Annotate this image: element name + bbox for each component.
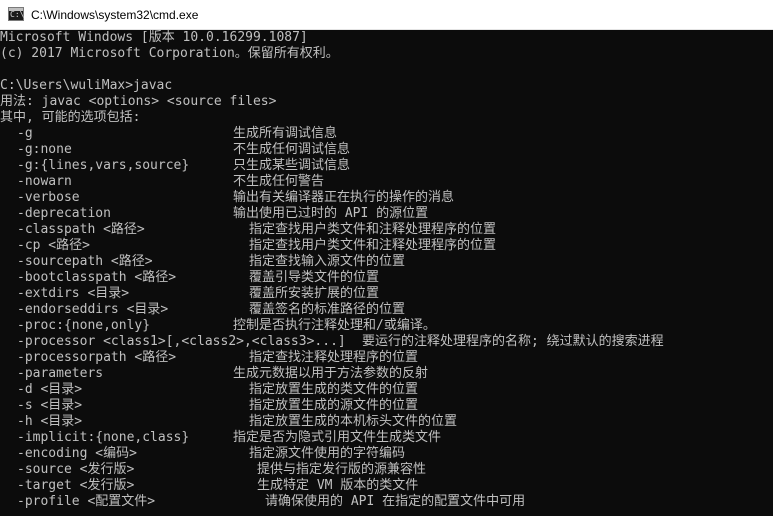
option-description: 指定是否为隐式引用文件生成类文件	[233, 430, 442, 445]
option-description: 指定源文件使用的字符编码	[249, 446, 406, 461]
option-row: -profile <配置文件> 请确保使用的 API 在指定的配置文件中可用	[0, 494, 525, 510]
option-flag: -nowarn	[17, 174, 72, 189]
option-row: -encoding <编码> 指定源文件使用的字符编码	[0, 446, 405, 462]
option-description: 请确保使用的 API 在指定的配置文件中可用	[265, 494, 526, 509]
option-flag: -g:none	[17, 142, 72, 157]
option-flag: -bootclasspath <路径>	[17, 270, 177, 285]
option-row: -source <发行版> 提供与指定发行版的源兼容性	[0, 462, 426, 478]
option-flag: -parameters	[17, 366, 104, 381]
title-bar[interactable]: C:\ C:\Windows\system32\cmd.exe	[0, 0, 773, 30]
option-description: 指定查找输入源文件的位置	[249, 254, 406, 269]
option-row: -verbose 输出有关编译器正在执行的操作的消息	[0, 190, 454, 206]
option-row: -g:none 不生成任何调试信息	[0, 142, 350, 158]
option-description: 只生成某些调试信息	[233, 158, 351, 173]
option-row: -proc:{none,only} 控制是否执行注释处理和/或编译。	[0, 318, 436, 334]
option-row: -sourcepath <路径> 指定查找输入源文件的位置	[0, 254, 405, 270]
option-description: 覆盖引导类文件的位置	[249, 270, 380, 285]
option-flag: -d <目录>	[17, 382, 83, 397]
option-flag: -processor <class1>[,<class2>,<class3>..…	[17, 334, 346, 349]
option-flag: -h <目录>	[17, 414, 83, 429]
option-row: -h <目录> 指定放置生成的本机标头文件的位置	[0, 414, 457, 430]
option-row: -deprecation 输出使用已过时的 API 的源位置	[0, 206, 428, 222]
option-row: -d <目录> 指定放置生成的类文件的位置	[0, 382, 418, 398]
option-flag: -g:{lines,vars,source}	[17, 158, 190, 173]
option-row: -classpath <路径> 指定查找用户类文件和注释处理程序的位置	[0, 222, 496, 238]
option-row: -cp <路径> 指定查找用户类文件和注释处理程序的位置	[0, 238, 496, 254]
cmd-console-icon[interactable]: C:\	[8, 7, 24, 21]
option-row: -processor <class1>[,<class2>,<class3>..…	[0, 334, 664, 350]
option-flag: -encoding <编码>	[17, 446, 137, 461]
cmd-window: C:\ C:\Windows\system32\cmd.exe Microsof…	[0, 0, 773, 516]
console-line-version: Microsoft Windows [版本 10.0.16299.1087]	[0, 30, 308, 45]
option-row: -g 生成所有调试信息	[0, 126, 337, 142]
console-line-usage: 用法: javac <options> <source files>	[0, 94, 277, 109]
option-flag: -implicit:{none,class}	[17, 430, 190, 445]
console-output[interactable]: Microsoft Windows [版本 10.0.16299.1087] (…	[0, 30, 773, 516]
option-description: 指定查找用户类文件和注释处理程序的位置	[249, 238, 497, 253]
option-flag: -processorpath <路径>	[17, 350, 177, 365]
option-description: 生成元数据以用于方法参数的反射	[233, 366, 429, 381]
option-description: 覆盖所安装扩展的位置	[249, 286, 380, 301]
window-title: C:\Windows\system32\cmd.exe	[31, 8, 199, 22]
option-description: 输出使用已过时的 API 的源位置	[233, 206, 429, 221]
option-description: 指定查找用户类文件和注释处理程序的位置	[249, 222, 497, 237]
option-flag: -cp <路径>	[17, 238, 90, 253]
option-row: -parameters 生成元数据以用于方法参数的反射	[0, 366, 428, 382]
option-flag: -source <发行版>	[17, 462, 135, 477]
option-description: 控制是否执行注释处理和/或编译。	[233, 318, 436, 333]
option-description: 指定查找注释处理程序的位置	[249, 350, 419, 365]
cmd-icon-glyph: C:\	[10, 10, 25, 19]
option-description: 指定放置生成的源文件的位置	[249, 398, 419, 413]
console-line-prompt: C:\Users\wuliMax>javac	[0, 78, 173, 93]
option-flag: -deprecation	[17, 206, 111, 221]
option-flag: -endorseddirs <目录>	[17, 302, 169, 317]
option-flag: -target <发行版>	[17, 478, 135, 493]
option-description: 提供与指定发行版的源兼容性	[257, 462, 427, 477]
option-row: -target <发行版> 生成特定 VM 版本的类文件	[0, 478, 418, 494]
option-description: 输出有关编译器正在执行的操作的消息	[233, 190, 455, 205]
option-description: 不生成任何调试信息	[233, 142, 351, 157]
option-flag: -sourcepath <路径>	[17, 254, 153, 269]
option-flag: -classpath <路径>	[17, 222, 145, 237]
option-description: 指定放置生成的本机标头文件的位置	[249, 414, 458, 429]
option-row: -g:{lines,vars,source} 只生成某些调试信息	[0, 158, 350, 174]
option-description: 不生成任何警告	[233, 174, 325, 189]
option-flag: -proc:{none,only}	[17, 318, 151, 333]
option-row: -nowarn 不生成任何警告	[0, 174, 324, 190]
option-row: -bootclasspath <路径> 覆盖引导类文件的位置	[0, 270, 379, 286]
option-flag: -g	[17, 126, 33, 141]
option-description: 指定放置生成的类文件的位置	[249, 382, 419, 397]
option-row: -extdirs <目录> 覆盖所安装扩展的位置	[0, 286, 379, 302]
option-flag: -profile <配置文件>	[17, 494, 156, 509]
option-flag: -verbose	[17, 190, 80, 205]
option-description: 生成特定 VM 版本的类文件	[257, 478, 419, 493]
option-description: 生成所有调试信息	[233, 126, 338, 141]
option-description: 要运行的注释处理程序的名称; 绕过默认的搜索进程	[362, 334, 664, 349]
option-description: 覆盖签名的标准路径的位置	[249, 302, 406, 317]
option-row: -processorpath <路径> 指定查找注释处理程序的位置	[0, 350, 418, 366]
option-row: -s <目录> 指定放置生成的源文件的位置	[0, 398, 418, 414]
console-line-options-intro: 其中, 可能的选项包括:	[0, 110, 141, 125]
option-flag: -s <目录>	[17, 398, 83, 413]
option-row: -endorseddirs <目录> 覆盖签名的标准路径的位置	[0, 302, 405, 318]
option-row: -implicit:{none,class} 指定是否为隐式引用文件生成类文件	[0, 430, 441, 446]
console-line-copyright: (c) 2017 Microsoft Corporation。保留所有权利。	[0, 46, 339, 61]
option-flag: -extdirs <目录>	[17, 286, 130, 301]
